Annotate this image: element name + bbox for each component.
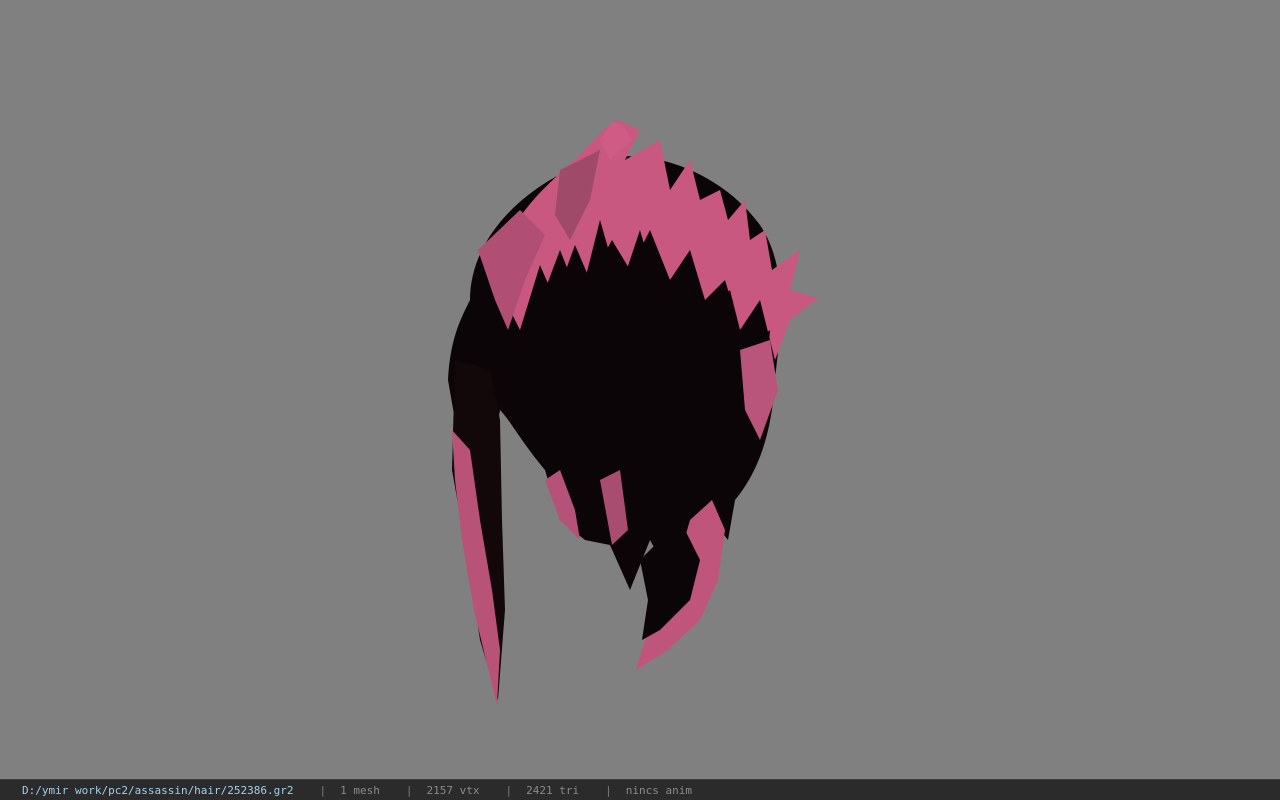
- mesh-count: 1 mesh: [340, 783, 380, 797]
- separator: |: [319, 783, 327, 797]
- triangle-count: 2421 tri: [526, 783, 580, 797]
- 3d-viewport[interactable]: [0, 0, 1280, 779]
- separator: |: [405, 783, 413, 797]
- vertex-count: 2157 vtx: [426, 783, 480, 797]
- file-path: D:/ymir work/pc2/assassin/hair/252386.gr…: [22, 783, 294, 797]
- animation-status: nincs anim: [625, 783, 692, 797]
- separator: |: [505, 783, 513, 797]
- separator: |: [605, 783, 612, 797]
- status-bar: D:/ymir work/pc2/assassin/hair/252386.gr…: [0, 779, 1280, 800]
- hair-model-render[interactable]: [0, 0, 1280, 779]
